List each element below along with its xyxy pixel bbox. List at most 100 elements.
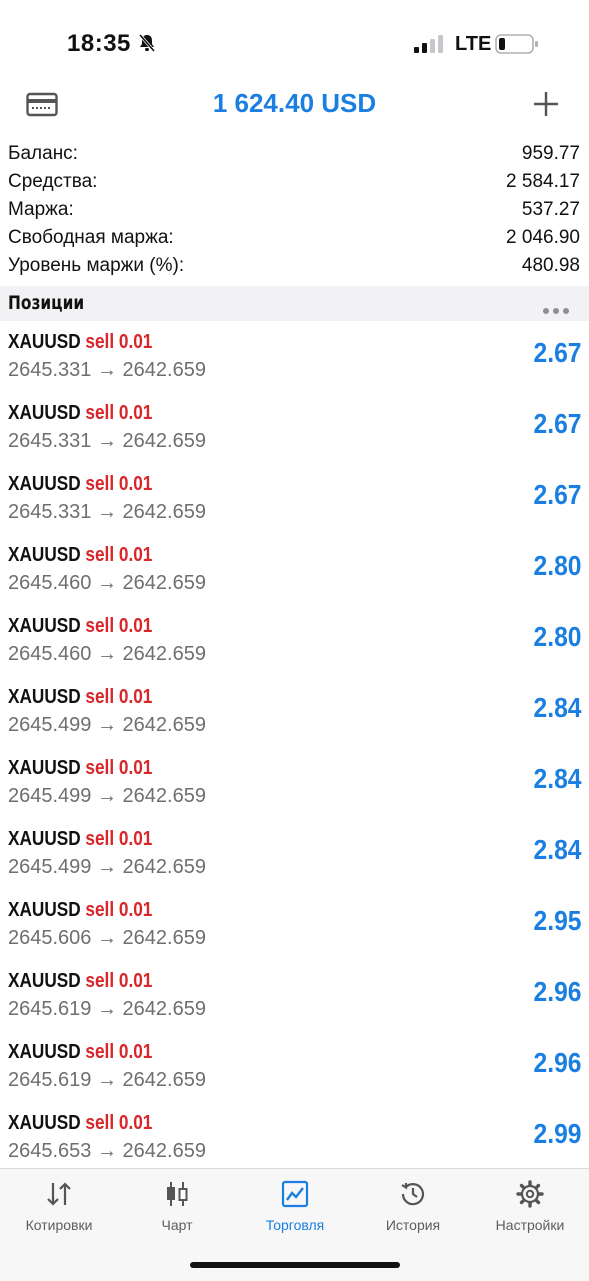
position-symbol: XAUUSD xyxy=(8,473,81,495)
signal-icon xyxy=(414,34,446,59)
position-prices: 2645.499 → 2642.659 xyxy=(8,856,206,878)
summary-label: Уровень маржи (%): xyxy=(8,255,185,276)
position-profit: 2.84 xyxy=(533,763,581,794)
position-type: sell 0.01 xyxy=(85,1112,153,1134)
summary-value: 2 584.17 xyxy=(506,171,580,192)
position-prices: 2645.460 → 2642.659 xyxy=(8,643,206,665)
more-horizontal-icon[interactable] xyxy=(543,301,573,319)
positions-list: XAUUSD sell 0.01 2645.331 → 2642.659 2.6… xyxy=(0,321,589,1173)
tab-label: Котировки xyxy=(25,1217,93,1233)
tab-trade[interactable]: Торговля xyxy=(236,1179,354,1233)
position-row[interactable]: XAUUSD sell 0.01 2645.331 → 2642.659 2.6… xyxy=(0,463,589,534)
position-profit: 2.67 xyxy=(533,337,581,368)
position-profit: 2.96 xyxy=(533,1047,581,1078)
status-bar: 18:35 LTE xyxy=(0,0,589,80)
home-indicator[interactable] xyxy=(190,1262,400,1268)
position-prices: 2645.606 → 2642.659 xyxy=(8,927,206,949)
position-type: sell 0.01 xyxy=(85,757,153,779)
status-time: 18:35 xyxy=(67,30,131,57)
position-symbol: XAUUSD xyxy=(8,615,81,637)
position-prices: 2645.653 → 2642.659 xyxy=(8,1140,206,1162)
summary-value: 2 046.90 xyxy=(506,227,580,248)
position-symbol: XAUUSD xyxy=(8,899,81,921)
summary-label: Маржа: xyxy=(8,199,74,220)
position-type: sell 0.01 xyxy=(85,615,153,637)
bell-slash-icon xyxy=(137,33,157,58)
position-symbol: XAUUSD xyxy=(8,1041,81,1063)
position-row[interactable]: XAUUSD sell 0.01 2645.499 → 2642.659 2.8… xyxy=(0,676,589,747)
position-type: sell 0.01 xyxy=(85,331,153,353)
summary-value: 959.77 xyxy=(521,143,580,164)
position-type: sell 0.01 xyxy=(85,544,153,566)
position-row[interactable]: XAUUSD sell 0.01 2645.619 → 2642.659 2.9… xyxy=(0,960,589,1031)
tab-label: Торговля xyxy=(265,1217,325,1233)
tab-label: Чарт xyxy=(161,1217,193,1233)
position-row[interactable]: XAUUSD sell 0.01 2645.619 → 2642.659 2.9… xyxy=(0,1031,589,1102)
position-type: sell 0.01 xyxy=(85,402,153,424)
position-type: sell 0.01 xyxy=(85,828,153,850)
summary-label: Баланс: xyxy=(8,143,78,164)
position-row[interactable]: XAUUSD sell 0.01 2645.606 → 2642.659 2.9… xyxy=(0,889,589,960)
tab-quotes[interactable]: Котировки xyxy=(0,1179,118,1233)
summary-label: Средства: xyxy=(8,171,98,192)
summary-row-margin: Маржа: 537.27 xyxy=(0,196,589,224)
trade-chart-icon xyxy=(281,1180,309,1208)
position-symbol: XAUUSD xyxy=(8,828,81,850)
quotes-arrows-icon xyxy=(47,1182,71,1206)
account-equity-title: 1 624.40 USD xyxy=(212,88,377,118)
position-symbol: XAUUSD xyxy=(8,970,81,992)
account-summary: Баланс: 959.77 Средства: 2 584.17 Маржа:… xyxy=(0,140,589,280)
position-symbol: XAUUSD xyxy=(8,757,81,779)
position-row[interactable]: XAUUSD sell 0.01 2645.499 → 2642.659 2.8… xyxy=(0,818,589,889)
section-title: Позиции xyxy=(8,292,85,314)
summary-value: 480.98 xyxy=(521,255,580,276)
position-row[interactable]: XAUUSD sell 0.01 2645.460 → 2642.659 2.8… xyxy=(0,534,589,605)
summary-value: 537.27 xyxy=(521,199,580,220)
position-profit: 2.95 xyxy=(533,905,581,936)
position-type: sell 0.01 xyxy=(85,686,153,708)
tab-history[interactable]: История xyxy=(354,1179,472,1233)
position-row[interactable]: XAUUSD sell 0.01 2645.653 → 2642.659 2.9… xyxy=(0,1102,589,1173)
position-symbol: XAUUSD xyxy=(8,544,81,566)
position-prices: 2645.331 → 2642.659 xyxy=(8,359,206,381)
tab-settings[interactable]: Настройки xyxy=(471,1179,589,1233)
position-profit: 2.80 xyxy=(533,621,581,652)
plus-icon[interactable] xyxy=(532,90,560,123)
summary-row-equity: Средства: 2 584.17 xyxy=(0,168,589,196)
position-symbol: XAUUSD xyxy=(8,331,81,353)
position-profit: 2.67 xyxy=(533,479,581,510)
positions-section-header: Позиции xyxy=(0,286,589,321)
tab-label: Настройки xyxy=(495,1217,565,1233)
position-row[interactable]: XAUUSD sell 0.01 2645.331 → 2642.659 2.6… xyxy=(0,392,589,463)
position-prices: 2645.331 → 2642.659 xyxy=(8,501,206,523)
position-prices: 2645.619 → 2642.659 xyxy=(8,998,206,1020)
summary-row-free-margin: Свободная маржа: 2 046.90 xyxy=(0,224,589,252)
position-row[interactable]: XAUUSD sell 0.01 2645.331 → 2642.659 2.6… xyxy=(0,321,589,392)
position-symbol: XAUUSD xyxy=(8,1112,81,1134)
position-prices: 2645.619 → 2642.659 xyxy=(8,1069,206,1091)
position-row[interactable]: XAUUSD sell 0.01 2645.460 → 2642.659 2.8… xyxy=(0,605,589,676)
battery-icon xyxy=(495,33,539,60)
position-prices: 2645.460 → 2642.659 xyxy=(8,572,206,594)
header: 1 624.40 USD xyxy=(0,80,589,136)
position-prices: 2645.499 → 2642.659 xyxy=(8,785,206,807)
position-profit: 2.84 xyxy=(533,834,581,865)
position-prices: 2645.331 → 2642.659 xyxy=(8,430,206,452)
position-type: sell 0.01 xyxy=(85,1041,153,1063)
position-profit: 2.84 xyxy=(533,692,581,723)
history-clock-icon xyxy=(401,1183,425,1206)
position-row[interactable]: XAUUSD sell 0.01 2645.499 → 2642.659 2.8… xyxy=(0,747,589,818)
gear-icon xyxy=(516,1180,544,1208)
position-type: sell 0.01 xyxy=(85,473,153,495)
network-label: LTE xyxy=(455,33,492,55)
position-type: sell 0.01 xyxy=(85,899,153,921)
summary-row-balance: Баланс: 959.77 xyxy=(0,140,589,168)
position-profit: 2.96 xyxy=(533,976,581,1007)
summary-label: Свободная маржа: xyxy=(8,227,174,248)
summary-row-margin-level: Уровень маржи (%): 480.98 xyxy=(0,252,589,280)
candlestick-chart-icon xyxy=(167,1182,188,1206)
tab-chart[interactable]: Чарт xyxy=(118,1179,236,1233)
position-prices: 2645.499 → 2642.659 xyxy=(8,714,206,736)
position-type: sell 0.01 xyxy=(85,970,153,992)
position-profit: 2.67 xyxy=(533,408,581,439)
